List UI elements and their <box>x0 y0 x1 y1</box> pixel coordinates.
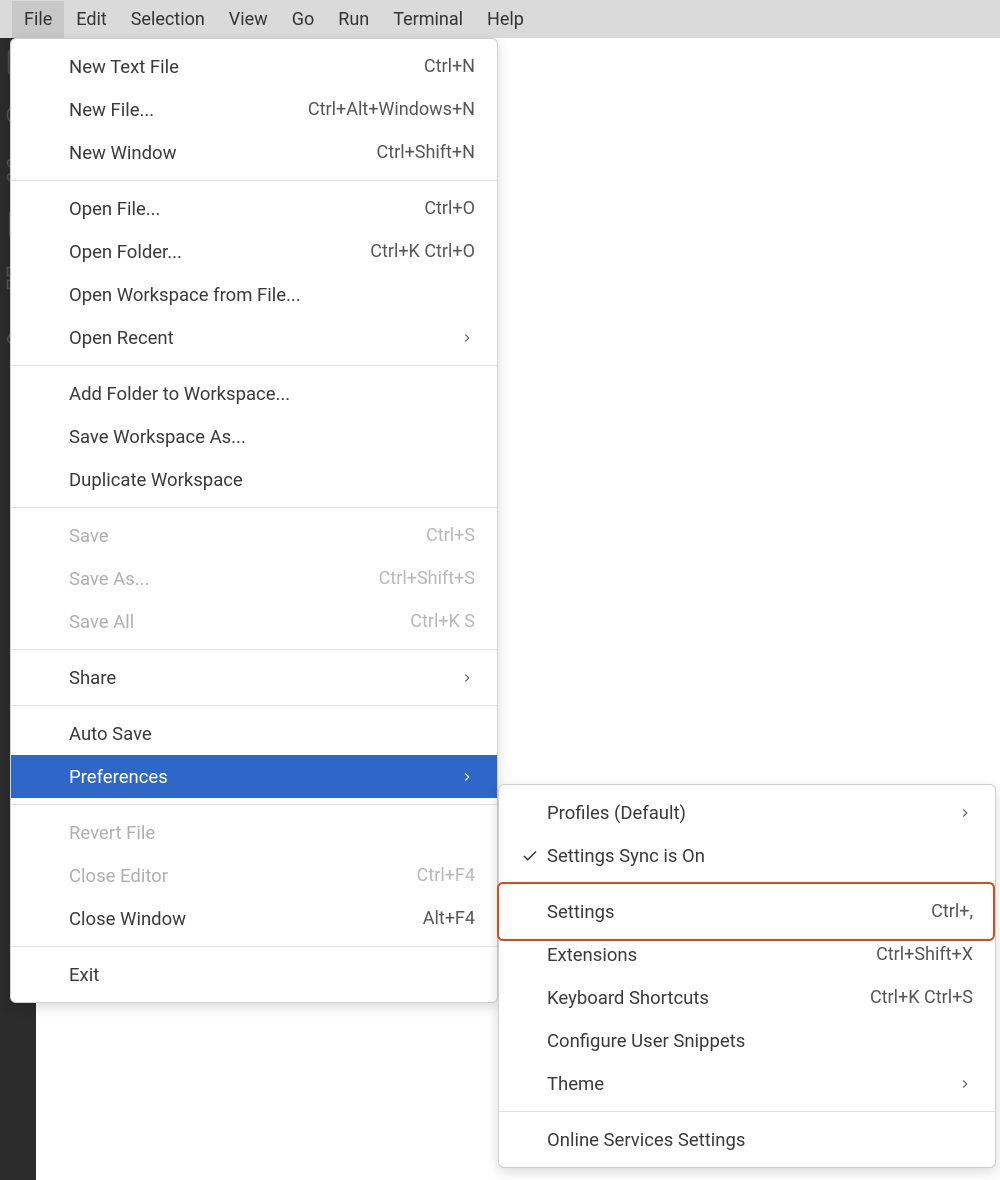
file-menu-item-exit[interactable]: Exit <box>11 953 497 996</box>
menu-item-label: Open Folder... <box>69 241 182 263</box>
menu-item-label: New Text File <box>69 56 179 78</box>
menu-separator <box>11 507 497 508</box>
menu-item-label: Profiles (Default) <box>547 802 686 824</box>
menu-separator <box>11 804 497 805</box>
menubar-edit[interactable]: Edit <box>64 1 118 38</box>
menu-shortcut: Ctrl+K Ctrl+O <box>370 241 475 262</box>
menu-separator <box>499 1111 995 1112</box>
menu-item-label: Configure User Snippets <box>547 1030 745 1052</box>
menubar-view[interactable]: View <box>217 1 280 38</box>
menu-item-label: Save Workspace As... <box>69 426 246 448</box>
menu-shortcut: Ctrl+Shift+N <box>377 142 475 163</box>
file-menu-item-save-as: Save As... Ctrl+Shift+S <box>11 557 497 600</box>
menu-item-label: Open File... <box>69 198 160 220</box>
menu-shortcut: Ctrl+F4 <box>417 865 475 886</box>
menu-item-label: Close Window <box>69 908 186 930</box>
highlight-annotation <box>497 882 995 941</box>
menu-item-label: Save As... <box>69 568 149 590</box>
prefs-menu-item-theme[interactable]: Theme <box>499 1062 995 1105</box>
menu-item-label: Duplicate Workspace <box>69 469 243 491</box>
menu-separator <box>11 365 497 366</box>
menu-item-label: Add Folder to Workspace... <box>69 383 290 405</box>
menu-item-label: Extensions <box>547 944 637 966</box>
menubar-run[interactable]: Run <box>326 1 381 38</box>
chevron-right-icon <box>459 769 475 785</box>
menu-item-label: Save <box>69 525 109 547</box>
chevron-right-icon <box>957 1076 973 1092</box>
file-menu-item-open-workspace-from-file[interactable]: Open Workspace from File... <box>11 273 497 316</box>
prefs-menu-item-configure-user-snippets[interactable]: Configure User Snippets <box>499 1019 995 1062</box>
menu-item-label: Save All <box>69 611 134 633</box>
menu-item-label: Open Workspace from File... <box>69 284 301 306</box>
check-icon <box>521 847 539 865</box>
menu-item-label: Auto Save <box>69 723 152 745</box>
file-menu-item-add-folder-to-workspace[interactable]: Add Folder to Workspace... <box>11 372 497 415</box>
chevron-right-icon <box>459 330 475 346</box>
prefs-menu-item-profiles-default[interactable]: Profiles (Default) <box>499 791 995 834</box>
menu-item-label: Online Services Settings <box>547 1129 745 1151</box>
menu-item-label: Exit <box>69 964 99 986</box>
file-menu-item-open-file[interactable]: Open File... Ctrl+O <box>11 187 497 230</box>
menu-item-label: Keyboard Shortcuts <box>547 987 709 1009</box>
menubar-terminal[interactable]: Terminal <box>381 1 475 38</box>
menu-shortcut: Ctrl+S <box>426 525 475 546</box>
file-menu-item-auto-save[interactable]: Auto Save <box>11 712 497 755</box>
menu-shortcut: Ctrl+Alt+Windows+N <box>308 99 475 120</box>
menu-shortcut: Ctrl+Shift+S <box>379 568 475 589</box>
menu-item-label: Open Recent <box>69 327 174 349</box>
menu-shortcut: Alt+F4 <box>423 908 475 929</box>
menu-shortcut: Ctrl+Shift+X <box>876 944 973 965</box>
menu-shortcut: Ctrl+O <box>424 198 475 219</box>
menubar-help[interactable]: Help <box>475 1 536 38</box>
file-menu-item-save-workspace-as[interactable]: Save Workspace As... <box>11 415 497 458</box>
file-menu-item-new-file[interactable]: New File... Ctrl+Alt+Windows+N <box>11 88 497 131</box>
menu-separator <box>11 180 497 181</box>
menu-shortcut: Ctrl+K S <box>410 611 475 632</box>
file-menu-item-save-all: Save All Ctrl+K S <box>11 600 497 643</box>
menu-item-label: Preferences <box>69 766 168 788</box>
file-menu-item-revert-file: Revert File <box>11 811 497 854</box>
chevron-right-icon <box>957 805 973 821</box>
menu-item-label: New File... <box>69 99 154 121</box>
menu-item-label: New Window <box>69 142 177 164</box>
menubar-selection[interactable]: Selection <box>119 1 217 38</box>
file-menu-item-close-editor: Close Editor Ctrl+F4 <box>11 854 497 897</box>
file-menu-item-share[interactable]: Share <box>11 656 497 699</box>
preferences-submenu: Profiles (Default)Settings Sync is OnSet… <box>498 784 996 1168</box>
prefs-menu-item-keyboard-shortcuts[interactable]: Keyboard Shortcuts Ctrl+K Ctrl+S <box>499 976 995 1019</box>
menubar-go[interactable]: Go <box>280 1 327 38</box>
file-menu-item-open-recent[interactable]: Open Recent <box>11 316 497 359</box>
file-menu-item-close-window[interactable]: Close Window Alt+F4 <box>11 897 497 940</box>
menu-separator <box>11 946 497 947</box>
file-menu-dropdown: New Text File Ctrl+N New File... Ctrl+Alt+W… <box>10 38 498 1003</box>
menubar-file[interactable]: File <box>12 1 64 38</box>
file-menu-item-new-text-file[interactable]: New Text File Ctrl+N <box>11 45 497 88</box>
menubar: File Edit Selection View Go Run Terminal… <box>0 0 1000 38</box>
menu-shortcut: Ctrl+K Ctrl+S <box>870 987 973 1008</box>
file-menu-item-save: Save Ctrl+S <box>11 514 497 557</box>
chevron-right-icon <box>459 670 475 686</box>
menu-separator <box>11 705 497 706</box>
file-menu-item-open-folder[interactable]: Open Folder... Ctrl+K Ctrl+O <box>11 230 497 273</box>
menu-item-label: Close Editor <box>69 865 168 887</box>
menu-item-label: Share <box>69 667 116 689</box>
menu-separator <box>11 649 497 650</box>
prefs-menu-item-online-services-settings[interactable]: Online Services Settings <box>499 1118 995 1161</box>
file-menu-item-preferences[interactable]: Preferences <box>11 755 497 798</box>
file-menu-item-new-window[interactable]: New Window Ctrl+Shift+N <box>11 131 497 174</box>
menu-shortcut: Ctrl+N <box>424 56 475 77</box>
prefs-menu-item-settings-sync-is-on[interactable]: Settings Sync is On <box>499 834 995 877</box>
menu-item-label: Settings Sync is On <box>547 845 705 867</box>
file-menu-item-duplicate-workspace[interactable]: Duplicate Workspace <box>11 458 497 501</box>
menu-item-label: Theme <box>547 1073 604 1095</box>
menu-item-label: Revert File <box>69 822 155 844</box>
